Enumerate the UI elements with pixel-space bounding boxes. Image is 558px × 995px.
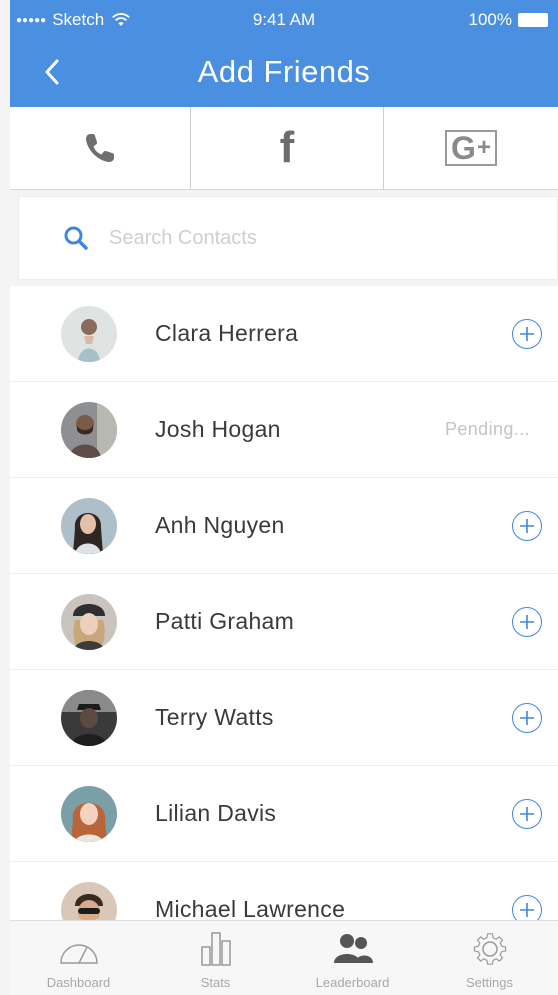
battery-percent: 100% [468, 10, 512, 29]
google-plus-sign: + [476, 134, 491, 161]
tab-dashboard[interactable]: Dashboard [10, 921, 147, 995]
list-item: Clara Herrera [10, 286, 558, 382]
contact-name: Clara Herrera [155, 320, 299, 346]
app-screen: ●●●●● Sketch 9:41 AM 100% Add Friends f … [0, 0, 558, 995]
tab-stats-label: Stats [200, 975, 231, 990]
list-item: Lilian Davis [10, 766, 558, 862]
tab-stats[interactable]: Stats [147, 921, 284, 995]
plus-icon [520, 326, 534, 341]
tab-google-plus[interactable]: G + [384, 107, 558, 189]
add-friend-button[interactable] [512, 510, 542, 541]
battery-icon [518, 13, 548, 27]
contact-name: Lilian Davis [155, 800, 277, 826]
status-right: 100% [469, 10, 548, 30]
nav-bar: Add Friends [10, 40, 558, 107]
status-bar: ●●●●● Sketch 9:41 AM 100% [10, 0, 558, 40]
facebook-icon: f [279, 123, 295, 172]
search-box[interactable] [18, 196, 558, 280]
page-title: Add Friends [197, 54, 371, 89]
bar-chart-icon [200, 932, 231, 966]
avatar [61, 785, 117, 842]
contact-list: Clara Herrera Josh Hogan Pending... Anh … [10, 286, 558, 958]
gauge-icon [59, 944, 98, 964]
avatar [61, 593, 117, 650]
tab-leaderboard-label: Leaderboard [315, 975, 390, 990]
list-item: Josh Hogan Pending... [10, 382, 558, 478]
tab-settings-label: Settings [466, 975, 513, 990]
search-icon [64, 226, 88, 250]
contact-name: Anh Nguyen [155, 512, 285, 538]
contact-name: Patti Graham [155, 608, 295, 634]
source-tabs: f G + [10, 107, 558, 190]
tab-phone[interactable] [10, 107, 191, 189]
plus-icon [520, 806, 534, 821]
people-icon [333, 934, 373, 963]
plus-icon [520, 614, 534, 629]
pending-label: Pending... [444, 419, 530, 439]
search-input[interactable] [109, 226, 489, 250]
list-item: Terry Watts [10, 670, 558, 766]
google-plus-icon: G + [445, 130, 497, 166]
add-friend-button[interactable] [512, 606, 542, 637]
tab-dashboard-label: Dashboard [46, 975, 111, 990]
add-friend-button[interactable] [512, 702, 542, 733]
google-plus-glyph: G [451, 130, 476, 166]
plus-icon [520, 902, 534, 917]
plus-icon [520, 518, 534, 533]
avatar [61, 305, 117, 362]
avatar [61, 401, 117, 458]
tab-bar: Dashboard Stats Leaderboard Settings [10, 920, 558, 995]
tab-leaderboard[interactable]: Leaderboard [284, 921, 421, 995]
search-area [10, 190, 558, 286]
contact-name: Michael Lawrence [155, 896, 346, 922]
avatar [61, 497, 117, 554]
contact-name: Josh Hogan [155, 416, 281, 442]
avatar [61, 689, 117, 746]
add-friend-button[interactable] [512, 798, 542, 829]
tab-settings[interactable]: Settings [421, 921, 558, 995]
tab-facebook[interactable]: f [191, 107, 384, 189]
header: ●●●●● Sketch 9:41 AM 100% Add Friends [10, 0, 558, 107]
phone-icon [86, 134, 114, 162]
add-friend-button[interactable] [512, 318, 542, 349]
gear-icon [473, 933, 506, 965]
plus-icon [520, 710, 534, 725]
contact-name: Terry Watts [155, 704, 274, 730]
list-item: Patti Graham [10, 574, 558, 670]
list-item: Anh Nguyen [10, 478, 558, 574]
